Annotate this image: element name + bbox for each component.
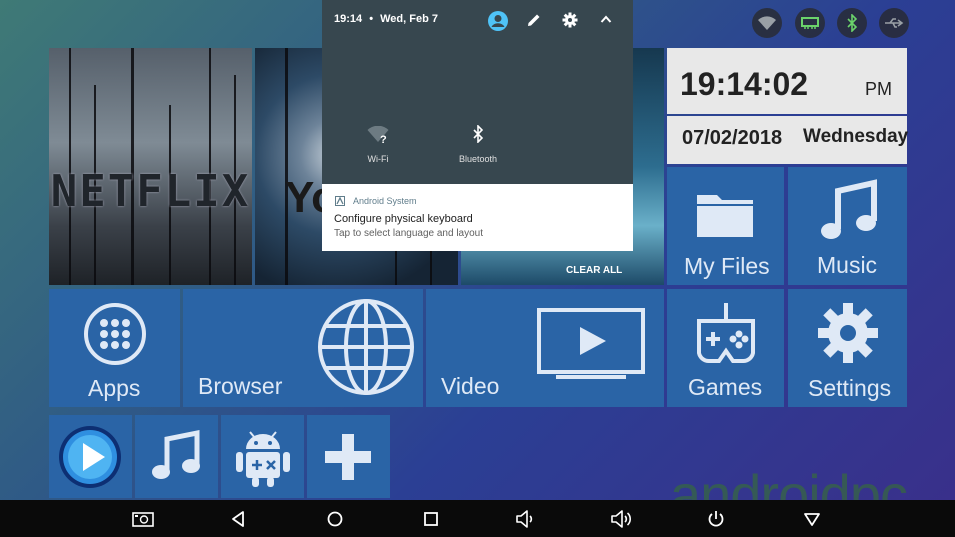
notification-text: Tap to select language and layout [334, 228, 483, 239]
date-widget: 07/02/2018 Wednesday [667, 116, 909, 164]
browser-label: Browser [198, 373, 283, 399]
wifi-label: Wi-Fi [367, 154, 389, 164]
day-text: Wednesday [803, 126, 909, 147]
clock-time: 19:14:02 [680, 66, 809, 102]
usb-status-icon [879, 8, 909, 38]
home-icon[interactable] [324, 508, 346, 530]
games-label: Games [688, 374, 763, 400]
navigation-bar [0, 500, 955, 537]
shade-header-time-date: 19:14 • Wed, Feb 7 [334, 13, 438, 25]
music-note-icon [821, 179, 877, 239]
collapse-chevron-up-icon[interactable] [600, 14, 612, 24]
ethernet-status-icon [795, 8, 825, 38]
music-label: Music [817, 252, 878, 278]
netflix-tile[interactable]: NETFLIX [49, 48, 252, 285]
volume-up-icon[interactable] [610, 508, 632, 530]
music-note-small-icon [152, 429, 200, 479]
volume-down-icon[interactable] [514, 508, 536, 530]
add-shortcut-tile[interactable] [307, 415, 390, 498]
netflix-logo-text: NETFLIX [50, 166, 251, 217]
music-tile[interactable]: Music [788, 167, 907, 285]
browser-tile[interactable]: Browser [183, 289, 423, 407]
shade-settings-gear-icon[interactable] [562, 12, 578, 28]
clock-widget: 19:14:02 PM [667, 48, 907, 114]
back-icon[interactable] [228, 508, 250, 530]
quick-settings-panel: 19:14 • Wed, Feb 7 ? Wi-Fi Bluetooth [322, 0, 633, 184]
globe-icon [318, 299, 414, 395]
music-player-tile[interactable] [135, 415, 218, 498]
settings-tile[interactable]: Settings [788, 289, 907, 407]
play-circle-icon [59, 426, 121, 488]
gamepad-icon [697, 303, 755, 363]
clock-ampm: PM [865, 79, 892, 99]
bluetooth-label: Bluetooth [458, 154, 498, 164]
plus-icon [325, 434, 371, 480]
video-label: Video [441, 373, 500, 399]
date-text: 07/02/2018 [682, 127, 783, 149]
apps-grid-icon [84, 303, 146, 365]
my-files-tile[interactable]: My Files [667, 167, 784, 285]
bluetooth-icon [473, 125, 484, 143]
folder-icon [697, 195, 753, 237]
notification-app-name: Android System [353, 196, 417, 206]
video-play-icon [537, 308, 645, 379]
user-account-icon[interactable] [488, 11, 508, 31]
recent-apps-icon[interactable] [420, 508, 442, 530]
notification-card-keyboard[interactable]: Android System Configure physical keyboa… [322, 184, 633, 251]
my-files-label: My Files [684, 253, 770, 279]
android-robot-icon [236, 431, 290, 487]
shade-separator: • [369, 13, 374, 25]
edit-pencil-icon[interactable] [527, 13, 541, 27]
shade-time: 19:14 [334, 13, 363, 25]
notification-title: Configure physical keyboard [334, 213, 473, 225]
android-system-app-icon [335, 196, 345, 206]
settings-label: Settings [808, 375, 892, 401]
wifi-status-icon [752, 8, 782, 38]
screenshot-icon[interactable] [132, 508, 154, 530]
wifi-unknown-icon: ? [367, 126, 389, 144]
quick-setting-wifi[interactable]: ? Wi-Fi [342, 122, 414, 168]
settings-gear-icon [818, 303, 878, 363]
video-tile[interactable]: Video [426, 289, 664, 407]
shade-date: Wed, Feb 7 [380, 13, 438, 25]
media-player-tile[interactable] [49, 415, 132, 498]
android-tools-tile[interactable] [221, 415, 304, 498]
svg-text:?: ? [380, 134, 387, 144]
games-tile[interactable]: Games [667, 289, 784, 407]
apps-tile[interactable]: Apps [49, 289, 180, 407]
quick-setting-bluetooth[interactable]: Bluetooth [442, 122, 514, 168]
apps-label: Apps [88, 375, 141, 401]
clear-all-button[interactable]: CLEAR ALL [566, 265, 622, 276]
hide-navbar-chevron-icon[interactable] [801, 508, 823, 530]
bluetooth-status-icon [837, 8, 867, 38]
power-icon[interactable] [705, 508, 727, 530]
